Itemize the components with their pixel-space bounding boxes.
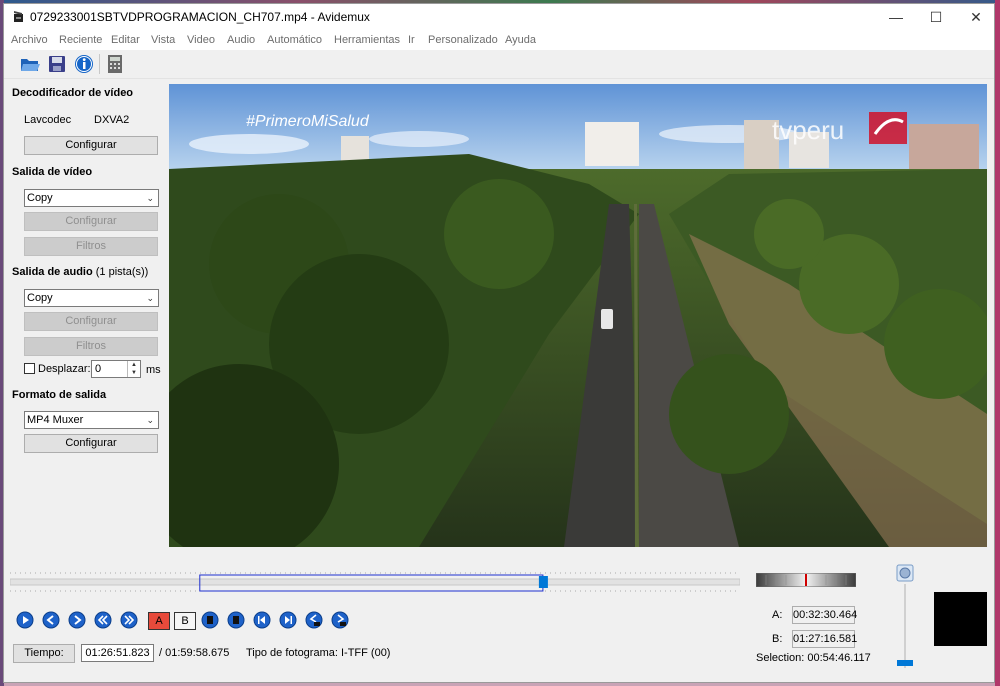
marker-b-value: 01:27:16.581 — [792, 630, 857, 648]
close-button[interactable]: ✕ — [954, 4, 998, 30]
audio-configure-button[interactable]: Configurar — [24, 312, 158, 331]
menu-personalizado[interactable]: Personalizado — [428, 34, 498, 46]
marker-a-value: 00:32:30.464 — [792, 606, 857, 624]
video-channel-logo: tvperu — [772, 115, 844, 145]
set-marker-a-icon[interactable]: A — [148, 612, 170, 630]
muxer-select[interactable]: MP4 Muxer ⌄ — [24, 411, 159, 429]
video-frame: #PrimeroMiSalud tvperu — [169, 84, 987, 547]
chevron-down-icon: ⌄ — [146, 193, 154, 203]
video-codec-select[interactable]: Copy ⌄ — [24, 189, 159, 207]
goto-start-icon[interactable] — [253, 611, 271, 629]
forward-icon[interactable] — [68, 611, 86, 629]
output-format-title: Formato de salida — [12, 389, 107, 401]
set-marker-b-icon[interactable]: B — [174, 612, 196, 630]
audio-codec-select[interactable]: Copy ⌄ — [24, 289, 159, 307]
video-codec-value: Copy — [27, 192, 53, 204]
decoder-configure-button[interactable]: Configurar — [24, 136, 158, 155]
title-bar: 0729233001SBTVDPROGRAMACION_CH707.mp4 - … — [4, 4, 994, 30]
timeline-cursor[interactable] — [538, 576, 548, 588]
video-hashtag: #PrimeroMiSalud — [246, 113, 370, 130]
muxer-configure-button[interactable]: Configurar — [24, 434, 158, 453]
chevron-down-icon: ⌄ — [146, 415, 154, 425]
audio-track-count: (1 pista(s)) — [95, 266, 149, 278]
audio-output-title: Salida de audio (1 pista(s)) — [12, 266, 148, 278]
maximize-button[interactable]: ☐ — [914, 4, 958, 30]
toolbar-separator — [99, 54, 100, 74]
menu-ayuda[interactable]: Ayuda — [505, 34, 536, 46]
video-output-title: Salida de vídeo — [12, 166, 93, 178]
video-filters-button[interactable]: Filtros — [24, 237, 158, 256]
goto-end-icon[interactable] — [279, 611, 297, 629]
timeline-slider[interactable] — [10, 567, 740, 597]
current-time-input[interactable]: 01:26:51.823 — [81, 644, 154, 662]
volume-thumb[interactable] — [897, 660, 913, 666]
jog-shuttle[interactable] — [756, 573, 856, 587]
goto-marker-b-icon[interactable] — [331, 611, 349, 629]
goto-marker-a-icon[interactable] — [305, 611, 323, 629]
menu-editar[interactable]: Editar — [111, 34, 140, 46]
prev-keyframe-icon[interactable] — [94, 611, 112, 629]
shift-spinbox[interactable]: 0 ▲ ▼ — [91, 360, 141, 378]
open-icon[interactable] — [19, 53, 41, 75]
video-preview: #PrimeroMiSalud tvperu — [169, 84, 987, 547]
video-decoder-title: Decodificador de vídeo — [12, 87, 134, 99]
avidemux-window: 0729233001SBTVDPROGRAMACION_CH707.mp4 - … — [3, 3, 995, 683]
muxer-value: MP4 Muxer — [27, 414, 84, 426]
play-icon[interactable] — [16, 611, 34, 629]
shift-checkbox[interactable] — [24, 363, 35, 374]
decoder-name: Lavcodec — [24, 114, 72, 126]
audio-output-title-text: Salida de audio — [12, 266, 93, 278]
menu-audio[interactable]: Audio — [227, 34, 255, 46]
menu-herramientas[interactable]: Herramientas — [334, 34, 400, 46]
shift-value: 0 — [95, 363, 102, 375]
audio-codec-value: Copy — [27, 292, 53, 304]
shift-label: Desplazar: — [38, 363, 91, 375]
menu-reciente[interactable]: Reciente — [59, 34, 102, 46]
menu-automatico[interactable]: Automático — [267, 34, 322, 46]
time-button[interactable]: Tiempo: — [13, 644, 75, 663]
info-icon[interactable] — [73, 53, 95, 75]
save-icon[interactable] — [46, 53, 68, 75]
marker-b-label: B: — [772, 633, 783, 645]
menu-bar: Archivo Reciente Editar Vista Video Audi… — [4, 30, 994, 50]
menu-vista[interactable]: Vista — [151, 34, 175, 46]
decoder-mode: DXVA2 — [94, 114, 130, 126]
audio-filters-button[interactable]: Filtros — [24, 337, 158, 356]
toolbar — [4, 50, 994, 79]
volume-slider[interactable] — [896, 564, 916, 674]
next-black-icon[interactable] — [227, 611, 245, 629]
shift-unit: ms — [146, 364, 161, 376]
mini-preview — [934, 592, 987, 646]
calculator-icon[interactable] — [104, 53, 126, 75]
frame-type: Tipo de fotograma: I-TFF (00) — [246, 647, 391, 659]
clapperboard-icon — [14, 11, 23, 22]
next-keyframe-icon[interactable] — [120, 611, 138, 629]
menu-video[interactable]: Video — [187, 34, 215, 46]
marker-a-label: A: — [772, 609, 783, 621]
video-configure-button[interactable]: Configurar — [24, 212, 158, 231]
window-title: 0729233001SBTVDPROGRAMACION_CH707.mp4 - … — [30, 10, 370, 24]
prev-black-icon[interactable] — [201, 611, 219, 629]
desktop-edge-right — [995, 0, 1000, 686]
timeline-area: A B Tiempo: 01:26:51.823 / 01:59:58.675 … — [4, 552, 994, 682]
settings-sidebar: Decodificador de vídeo Lavcodec DXVA2 Co… — [4, 79, 166, 479]
menu-ir[interactable]: Ir — [408, 34, 415, 46]
selection-duration: Selection: 00:54:46.117 — [756, 652, 871, 664]
rewind-icon[interactable] — [42, 611, 60, 629]
minimize-button[interactable]: — — [874, 4, 918, 30]
total-time: / 01:59:58.675 — [159, 647, 230, 659]
menu-archivo[interactable]: Archivo — [11, 34, 48, 46]
spin-arrows-icon[interactable]: ▲ ▼ — [127, 361, 140, 377]
chevron-down-icon: ⌄ — [146, 293, 154, 303]
